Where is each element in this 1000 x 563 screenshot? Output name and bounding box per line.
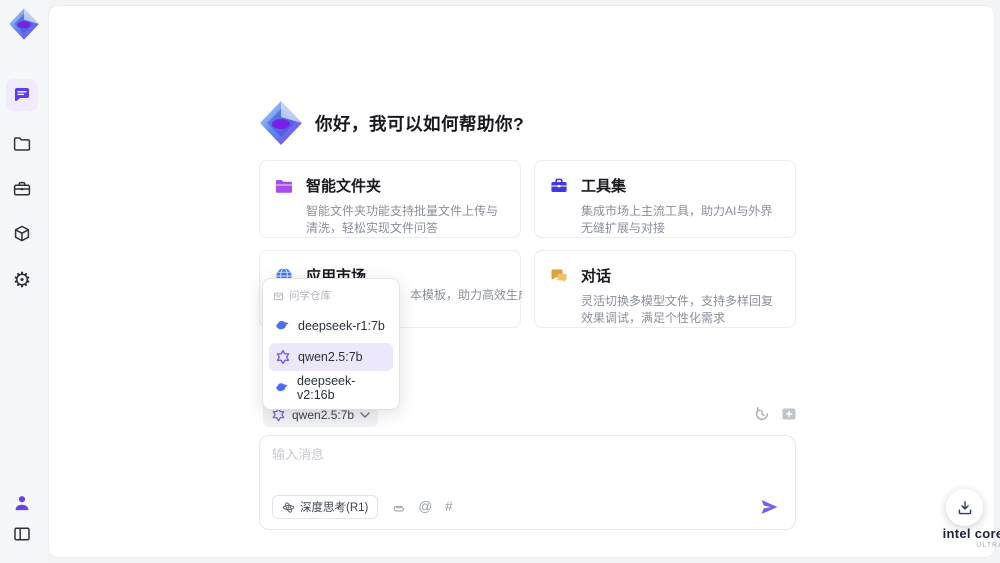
card-smart-folder[interactable]: 智能文件夹 智能文件夹功能支持批量文件上传与清洗，轻松实现文件问答 — [259, 160, 521, 238]
sidebar-item-collapse[interactable] — [6, 518, 38, 550]
card-dialogue[interactable]: 对话 灵活切换多模型文件，支持多样回复效果调试，满足个性化需求 — [534, 250, 796, 328]
qwen-icon — [276, 349, 290, 365]
greeting-row: 你好，我可以如何帮助你? — [257, 98, 524, 148]
model-option-label: qwen2.5:7b — [298, 350, 363, 364]
intel-core-label: intel core — [942, 526, 1000, 541]
mention-icon[interactable]: @ — [418, 500, 432, 514]
deepseek-icon — [276, 320, 289, 330]
card-desc: 智能文件夹功能支持批量文件上传与清洗，轻松实现文件问答 — [306, 204, 499, 235]
model-option-deepseek-v2[interactable]: deepseek-v2:16b — [269, 374, 393, 402]
model-option-label: deepseek-r1:7b — [298, 319, 385, 333]
repository-icon — [273, 292, 284, 301]
model-dropdown: 问学仓库 deepseek-r1:7b qwen2.5:7b deepseek-… — [263, 279, 399, 409]
intel-ultra-label: ultra — [976, 542, 1000, 549]
model-option-label: deepseek-v2:16b — [297, 374, 356, 402]
model-option-qwen[interactable]: qwen2.5:7b — [269, 343, 393, 371]
sidebar-item-settings[interactable]: ⚙ — [6, 264, 38, 296]
send-button[interactable] — [757, 495, 781, 519]
card-title: 智能文件夹 — [306, 178, 382, 195]
intel-core-badge: intel core ultra — [923, 526, 1000, 549]
paperclip-icon[interactable] — [391, 500, 405, 514]
send-icon — [761, 500, 778, 514]
download-button[interactable] — [946, 489, 983, 526]
smart-folder-icon — [276, 179, 292, 193]
gear-icon: ⚙ — [12, 267, 32, 292]
model-dropdown-header-label: 问学仓库 — [289, 290, 331, 302]
new-window-button[interactable] — [779, 404, 798, 423]
sidebar: ⚙ — [0, 0, 48, 563]
dialogue-icon — [551, 268, 567, 283]
card-title: 对话 — [581, 268, 612, 285]
model-option-deepseek-r1[interactable]: deepseek-r1:7b — [269, 312, 393, 340]
card-desc: 灵活切换多模型文件，支持多样回复效果调试，满足个性化需求 — [581, 294, 774, 325]
main-panel: 你好，我可以如何帮助你? 智能文件夹 智能文件夹功能支持批量文件上传与清洗，轻松… — [48, 5, 1000, 558]
sidebar-item-account[interactable] — [6, 487, 38, 519]
deep-think-button[interactable]: 深度思考(R1) — [272, 495, 379, 519]
user-icon — [15, 496, 29, 511]
conversation-actions — [752, 404, 798, 423]
sidebar-item-apps[interactable] — [6, 218, 38, 250]
composer-toolbar: 深度思考(R1) @ # — [272, 495, 453, 519]
download-icon — [958, 500, 971, 514]
history-button[interactable] — [752, 404, 771, 423]
app-logo-icon — [7, 6, 41, 42]
history-icon — [755, 406, 768, 420]
deep-think-label: 深度思考(R1) — [300, 502, 369, 514]
greeting-logo-icon — [260, 101, 302, 145]
sidebar-item-folders[interactable] — [6, 128, 38, 160]
cube-icon — [14, 225, 30, 242]
hash-icon[interactable]: # — [445, 500, 453, 514]
model-dropdown-header: 问学仓库 — [269, 286, 393, 309]
chevron-down-icon — [360, 411, 370, 418]
card-desc-partial: 本模板，助力高效生成多 — [410, 288, 522, 302]
briefcase-icon — [13, 181, 31, 196]
panel-toggle-icon — [14, 527, 30, 541]
card-desc: 集成市场上主流工具，助力AI与外界无缝扩展与对接 — [581, 204, 773, 235]
greeting-title: 你好，我可以如何帮助你? — [315, 113, 525, 134]
atom-icon — [282, 501, 295, 513]
new-window-icon — [782, 408, 795, 419]
chat-bubble-icon — [15, 88, 29, 102]
message-input[interactable] — [272, 444, 772, 490]
sidebar-item-chat[interactable] — [6, 79, 38, 111]
model-selector-label: qwen2.5:7b — [292, 407, 355, 422]
deepseek-icon — [276, 383, 288, 392]
folder-icon — [13, 137, 31, 151]
sidebar-item-toolbox[interactable] — [6, 173, 38, 205]
card-title: 工具集 — [581, 178, 627, 195]
qwen-icon — [272, 407, 285, 422]
message-composer: 深度思考(R1) @ # — [259, 435, 796, 530]
toolset-icon — [551, 178, 567, 192]
card-toolset[interactable]: 工具集 集成市场上主流工具，助力AI与外界无缝扩展与对接 — [534, 160, 796, 238]
